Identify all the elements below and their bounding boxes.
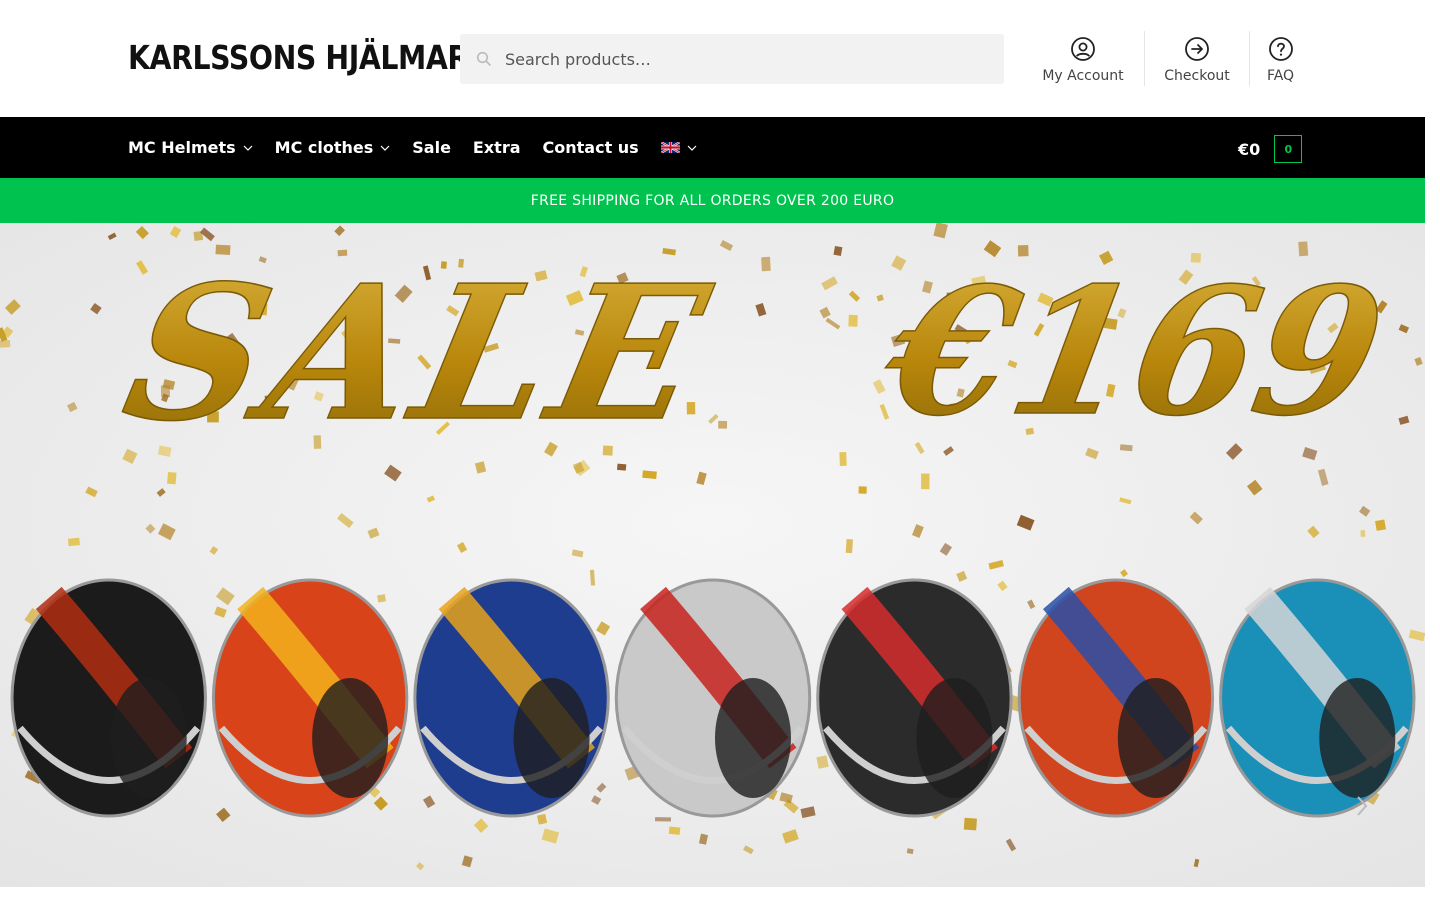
uk-flag-icon xyxy=(660,142,680,153)
helmet-image xyxy=(1219,578,1416,818)
nav-item-label: MC clothes xyxy=(274,138,374,157)
nav-item-label: MC Helmets xyxy=(128,138,236,157)
user-circle-icon xyxy=(1071,37,1095,61)
arrow-circle-right-icon xyxy=(1185,37,1209,61)
my-account-link[interactable]: My Account xyxy=(1022,31,1144,86)
helmet-image xyxy=(413,578,610,818)
chevron-down-icon xyxy=(243,145,253,151)
slider-next-arrow-icon[interactable] xyxy=(1355,795,1369,817)
hero-sale-text: SALE xyxy=(109,245,727,463)
nav-item-label: Contact us xyxy=(542,138,639,157)
nav-item-label: Extra xyxy=(472,138,521,157)
nav-item-contact-us[interactable]: Contact us xyxy=(543,138,639,157)
chevron-down-icon xyxy=(687,145,697,151)
helmet-image xyxy=(1017,578,1215,818)
language-switcher[interactable] xyxy=(660,142,697,153)
nav-item-label: Sale xyxy=(412,138,451,157)
helmet-image xyxy=(211,578,409,818)
helmet-image xyxy=(816,578,1013,818)
faq-link[interactable]: FAQ xyxy=(1249,31,1311,86)
cart-button[interactable]: €0 0 xyxy=(1238,135,1303,163)
nav-item-mc-helmets[interactable]: MC Helmets xyxy=(128,138,253,157)
hero-price-text: €169 xyxy=(869,248,1397,454)
cart-total: €0 xyxy=(1238,139,1261,159)
site-logo[interactable]: KARLSSONS HJÄLMAR xyxy=(128,38,469,77)
hero-banner-image: SALE €169 xyxy=(0,223,1425,887)
question-circle-icon xyxy=(1268,37,1293,61)
chevron-down-icon xyxy=(380,145,390,151)
my-account-label: My Account xyxy=(1042,68,1124,84)
helmet-image xyxy=(614,578,812,818)
search-input[interactable] xyxy=(460,34,1004,84)
hero-slider[interactable]: SALE €169 xyxy=(0,223,1425,887)
faq-label: FAQ xyxy=(1266,68,1295,84)
nav-menu: MC Helmets MC clothes Sale Extra Contact… xyxy=(128,117,719,178)
site-header: KARLSSONS HJÄLMAR My Account Checkout xyxy=(0,0,1425,117)
header-links: My Account Checkout FAQ xyxy=(1022,31,1311,86)
nav-item-extra[interactable]: Extra xyxy=(473,138,521,157)
free-shipping-banner: FREE SHIPPING FOR ALL ORDERS OVER 200 EU… xyxy=(0,178,1425,223)
nav-item-mc-clothes[interactable]: MC clothes xyxy=(275,138,391,157)
primary-navigation: MC Helmets MC clothes Sale Extra Contact… xyxy=(0,117,1425,178)
checkout-link[interactable]: Checkout xyxy=(1144,31,1249,86)
nav-item-sale[interactable]: Sale xyxy=(412,138,451,157)
free-shipping-text: FREE SHIPPING FOR ALL ORDERS OVER 200 EU… xyxy=(530,192,895,209)
helmet-image xyxy=(10,578,207,818)
cart-count-badge: 0 xyxy=(1274,135,1303,163)
checkout-label: Checkout xyxy=(1164,68,1230,84)
search-icon xyxy=(476,51,491,66)
search-bar xyxy=(460,34,1004,84)
